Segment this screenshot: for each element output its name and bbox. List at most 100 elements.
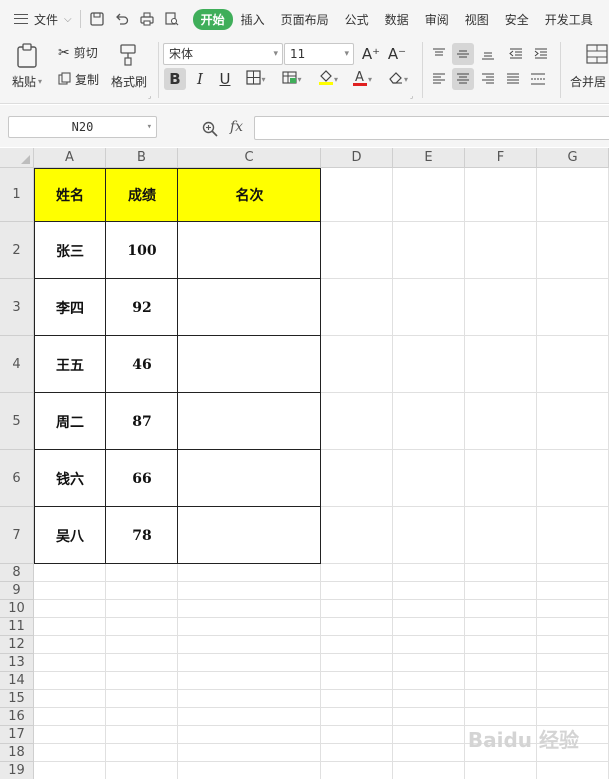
cell-a4[interactable]: 王五: [34, 336, 106, 393]
print-icon[interactable]: [139, 11, 155, 27]
tab-page-layout[interactable]: 页面布局: [273, 11, 337, 28]
column-header-a[interactable]: A: [34, 148, 106, 168]
chevron-down-icon[interactable]: ⌵: [64, 14, 72, 25]
paste-button[interactable]: 粘贴 ▾: [12, 73, 42, 90]
cell-b7[interactable]: 78: [106, 507, 178, 564]
paste-icon[interactable]: [16, 43, 38, 69]
distributed-icon[interactable]: [527, 68, 549, 90]
row-header-6[interactable]: 6: [0, 450, 34, 507]
save-icon[interactable]: [89, 11, 105, 27]
cell-b5[interactable]: 87: [106, 393, 178, 450]
font-size-select[interactable]: 11 ▾: [284, 43, 354, 65]
row-header-19[interactable]: 19: [0, 762, 34, 779]
cell-a2[interactable]: 张三: [34, 222, 106, 279]
dialog-launcher-icon[interactable]: ⌟: [148, 92, 151, 100]
select-all-button[interactable]: [0, 148, 34, 168]
font-name-select[interactable]: 宋体 ▾: [163, 43, 283, 65]
increase-indent-icon[interactable]: [530, 43, 552, 65]
name-box[interactable]: N20 ▾: [8, 116, 157, 138]
cell-a5[interactable]: 周二: [34, 393, 106, 450]
cell-c7[interactable]: [178, 507, 321, 564]
row-header-12[interactable]: 12: [0, 636, 34, 654]
cell-c3[interactable]: [178, 279, 321, 336]
cell-a6[interactable]: 钱六: [34, 450, 106, 507]
cell-style-button[interactable]: ▾: [278, 68, 306, 90]
cell-c6[interactable]: [178, 450, 321, 507]
decrease-indent-icon[interactable]: [505, 43, 527, 65]
row-header-7[interactable]: 7: [0, 507, 34, 564]
merge-cells-icon[interactable]: [586, 44, 608, 64]
tab-home[interactable]: 开始: [192, 8, 233, 30]
shrink-font-button[interactable]: A⁻: [386, 43, 408, 65]
format-painter-button[interactable]: 格式刷: [111, 73, 147, 90]
clear-button[interactable]: ▾: [384, 68, 412, 90]
italic-button[interactable]: I: [189, 68, 211, 90]
header-cell-name[interactable]: 姓名: [34, 168, 106, 222]
copy-button[interactable]: 复制: [58, 71, 99, 88]
tab-data[interactable]: 数据: [377, 11, 417, 28]
font-color-button[interactable]: A ▾: [348, 68, 376, 90]
column-header-f[interactable]: F: [465, 148, 537, 168]
print-preview-icon[interactable]: [164, 11, 180, 27]
dialog-launcher-icon[interactable]: ⌟: [410, 92, 413, 100]
cell-b4[interactable]: 46: [106, 336, 178, 393]
align-bottom-icon[interactable]: [477, 43, 499, 65]
tab-view[interactable]: 视图: [457, 11, 497, 28]
cell-c4[interactable]: [178, 336, 321, 393]
cell-c2[interactable]: [178, 222, 321, 279]
row-header-13[interactable]: 13: [0, 654, 34, 672]
align-top-icon[interactable]: [428, 43, 450, 65]
cell-b6[interactable]: 66: [106, 450, 178, 507]
formula-input[interactable]: [254, 116, 609, 140]
align-center-icon[interactable]: [452, 68, 474, 90]
row-header-3[interactable]: 3: [0, 279, 34, 336]
tab-review[interactable]: 审阅: [417, 11, 457, 28]
bold-button[interactable]: B: [164, 68, 186, 90]
align-right-icon[interactable]: [477, 68, 499, 90]
row-header-5[interactable]: 5: [0, 393, 34, 450]
row-header-1[interactable]: 1: [0, 168, 34, 222]
align-left-icon[interactable]: [428, 68, 450, 90]
tab-formulas[interactable]: 公式: [337, 11, 377, 28]
row-header-9[interactable]: 9: [0, 582, 34, 600]
underline-button[interactable]: U: [214, 68, 236, 90]
column-header-c[interactable]: C: [178, 148, 321, 168]
row-header-15[interactable]: 15: [0, 690, 34, 708]
grow-font-button[interactable]: A⁺: [360, 43, 382, 65]
undo-icon[interactable]: [114, 11, 130, 27]
cell-b3[interactable]: 92: [106, 279, 178, 336]
cut-button[interactable]: ✂ 剪切: [58, 44, 98, 61]
row-header-11[interactable]: 11: [0, 618, 34, 636]
tab-security[interactable]: 安全: [497, 11, 537, 28]
column-header-e[interactable]: E: [393, 148, 465, 168]
justify-icon[interactable]: [502, 68, 524, 90]
align-middle-icon[interactable]: [452, 43, 474, 65]
column-header-g[interactable]: G: [537, 148, 609, 168]
borders-button[interactable]: ▾: [242, 68, 270, 90]
tab-developer[interactable]: 开发工具: [537, 11, 601, 28]
row-header-10[interactable]: 10: [0, 600, 34, 618]
menu-icon[interactable]: [14, 14, 28, 24]
merge-center-button[interactable]: 合并居: [570, 73, 606, 90]
zoom-icon[interactable]: [202, 121, 218, 137]
paintbrush-icon[interactable]: [118, 44, 138, 66]
tab-insert[interactable]: 插入: [233, 11, 273, 28]
column-header-b[interactable]: B: [106, 148, 178, 168]
cell-a7[interactable]: 吴八: [34, 507, 106, 564]
header-cell-rank[interactable]: 名次: [178, 168, 321, 222]
cell-c5[interactable]: [178, 393, 321, 450]
insert-function-button[interactable]: fx: [230, 119, 243, 135]
row-header-16[interactable]: 16: [0, 708, 34, 726]
cell-b2[interactable]: 100: [106, 222, 178, 279]
header-cell-score[interactable]: 成绩: [106, 168, 178, 222]
fill-color-button[interactable]: ▾: [314, 68, 342, 90]
row-header-18[interactable]: 18: [0, 744, 34, 762]
row-header-2[interactable]: 2: [0, 222, 34, 279]
row-header-17[interactable]: 17: [0, 726, 34, 744]
column-header-d[interactable]: D: [321, 148, 393, 168]
file-menu[interactable]: 文件: [34, 11, 58, 28]
cell-a3[interactable]: 李四: [34, 279, 106, 336]
row-header-4[interactable]: 4: [0, 336, 34, 393]
row-header-8[interactable]: 8: [0, 564, 34, 582]
row-header-14[interactable]: 14: [0, 672, 34, 690]
